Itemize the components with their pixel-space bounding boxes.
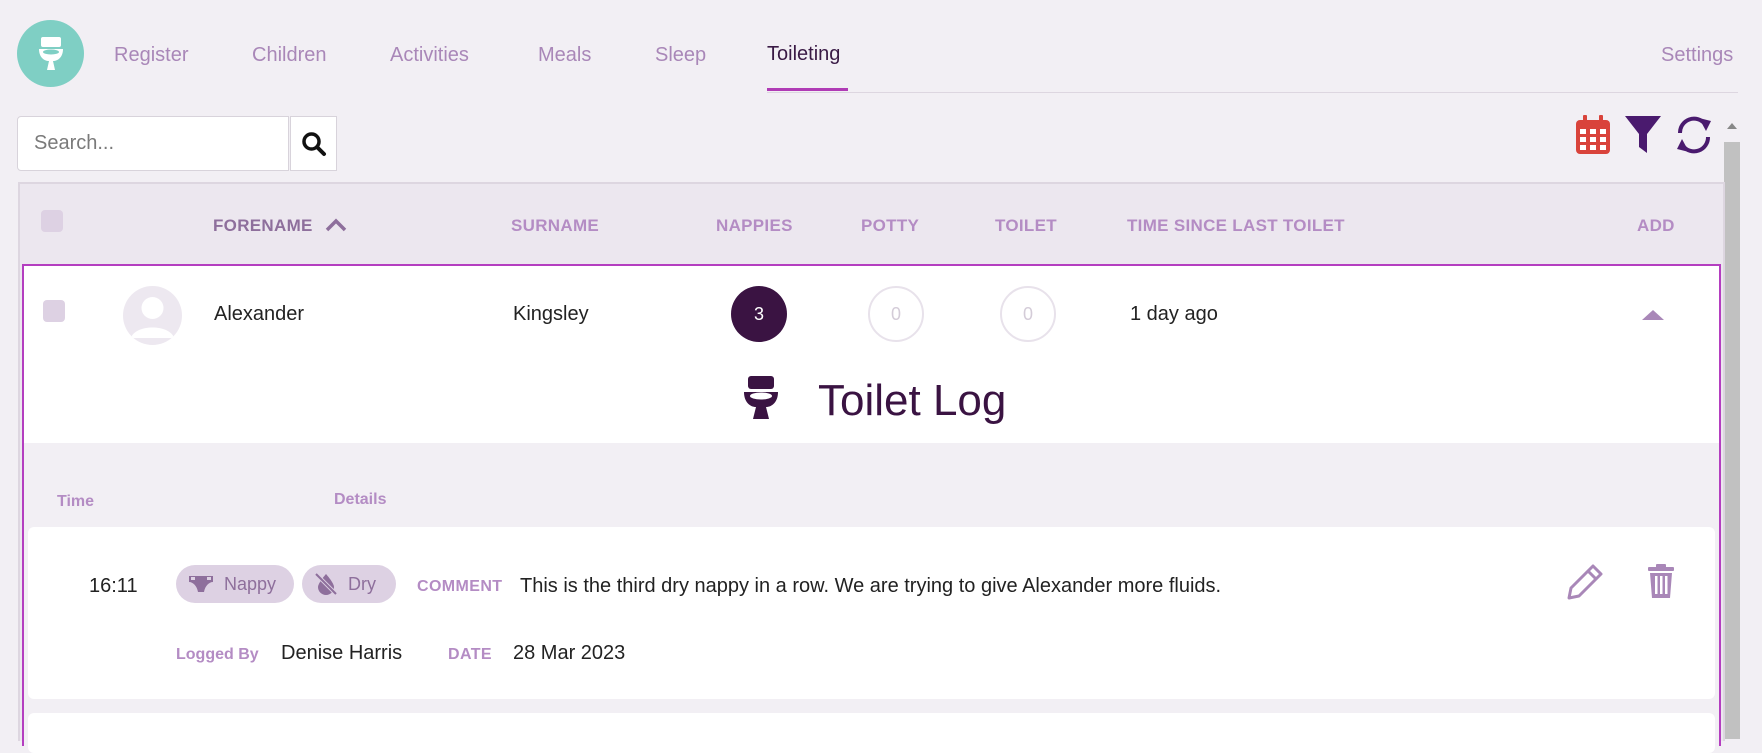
column-nappies[interactable]: NAPPIES [716,216,793,236]
forename-cell: Alexander [214,303,305,325]
edit-entry-button[interactable] [1566,563,1604,606]
filter-icon [1625,116,1661,153]
table-header: FORENAME SURNAME NAPPIES POTTY TOILET TI… [20,184,1723,264]
tab-toileting[interactable]: Toileting [767,43,840,66]
logged-by-value: Denise Harris [281,642,403,664]
tab-register[interactable]: Register [114,44,188,67]
scroll-up-arrow[interactable] [1727,123,1737,129]
column-potty[interactable]: POTTY [861,216,919,236]
toilet-log-section: Time Details 16:11 Nappy Dry COMMENT Thi… [24,443,1719,753]
nav-divider [767,92,1738,93]
collapse-row-button[interactable] [1642,310,1664,320]
column-surname[interactable]: SURNAME [511,216,599,236]
tab-settings[interactable]: Settings [1661,44,1733,67]
log-time-header: Time [57,493,95,510]
toilet-count-badge[interactable]: 0 [1000,286,1056,342]
logged-by-label: Logged By [176,646,259,663]
tab-meals[interactable]: Meals [538,44,591,67]
top-nav: Register Children Activities Meals Sleep… [0,0,1740,94]
dry-status-badge: Dry [302,565,396,603]
active-tab-indicator [767,88,848,91]
pencil-icon [1567,564,1603,600]
filter-button[interactable] [1622,114,1664,156]
sort-ascending-icon[interactable] [325,218,347,232]
toilet-icon [38,36,63,70]
table-row: Alexander Kingsley 3 0 0 1 day ago Toile… [22,264,1721,753]
calendar-button[interactable] [1572,114,1614,156]
search-icon [301,131,326,156]
search-button[interactable] [290,116,337,171]
column-forename[interactable]: FORENAME [213,216,313,236]
nappies-count-badge[interactable]: 3 [731,286,787,342]
row-checkbox[interactable] [43,300,65,322]
log-entry-next [28,713,1715,753]
log-details-header: Details [334,491,387,508]
date-label: DATE [448,646,492,663]
refresh-icon [1677,116,1711,154]
column-add[interactable]: ADD [1637,216,1675,236]
avatar [123,286,182,345]
person-icon [131,297,174,338]
potty-count-badge[interactable]: 0 [868,286,924,342]
column-time-since-last-toilet[interactable]: TIME SINCE LAST TOILET [1127,216,1345,236]
comment-label: COMMENT [417,578,503,595]
children-table: FORENAME SURNAME NAPPIES POTTY TOILET TI… [18,182,1725,753]
toilet-icon [744,376,778,419]
nappy-type-label: Nappy [224,573,277,594]
column-toilet[interactable]: TOILET [995,216,1057,236]
dry-status-label: Dry [348,573,376,594]
surname-cell: Kingsley [513,303,589,325]
no-drop-icon [314,572,338,596]
toilet-log-title: Toilet Log [818,376,1007,425]
refresh-button[interactable] [1673,114,1715,156]
tab-activities[interactable]: Activities [390,44,469,67]
nappy-type-badge: Nappy [176,565,294,603]
date-value: 28 Mar 2023 [513,642,626,664]
comment-text: This is the third dry nappy in a row. We… [520,575,1222,597]
toilet-log-header: Toilet Log [24,366,1719,436]
nappy-icon [189,576,213,592]
delete-entry-button[interactable] [1647,563,1675,604]
search-input[interactable] [17,116,289,171]
tab-sleep[interactable]: Sleep [655,44,706,67]
entry-time: 16:11 [89,575,138,597]
calendar-icon [1576,115,1610,154]
scrollbar-thumb[interactable] [1724,142,1740,739]
trash-icon [1648,564,1674,598]
log-entry: 16:11 Nappy Dry COMMENT This is the thir… [28,527,1715,699]
select-all-checkbox[interactable] [41,210,63,232]
nappies-count: 3 [753,303,764,324]
potty-count: 0 [890,303,901,324]
time-since-cell: 1 day ago [1130,303,1218,325]
tab-children[interactable]: Children [252,44,326,67]
toilet-count: 0 [1022,303,1033,324]
vertical-scrollbar[interactable] [1724,120,1740,739]
app-logo[interactable] [17,20,84,87]
